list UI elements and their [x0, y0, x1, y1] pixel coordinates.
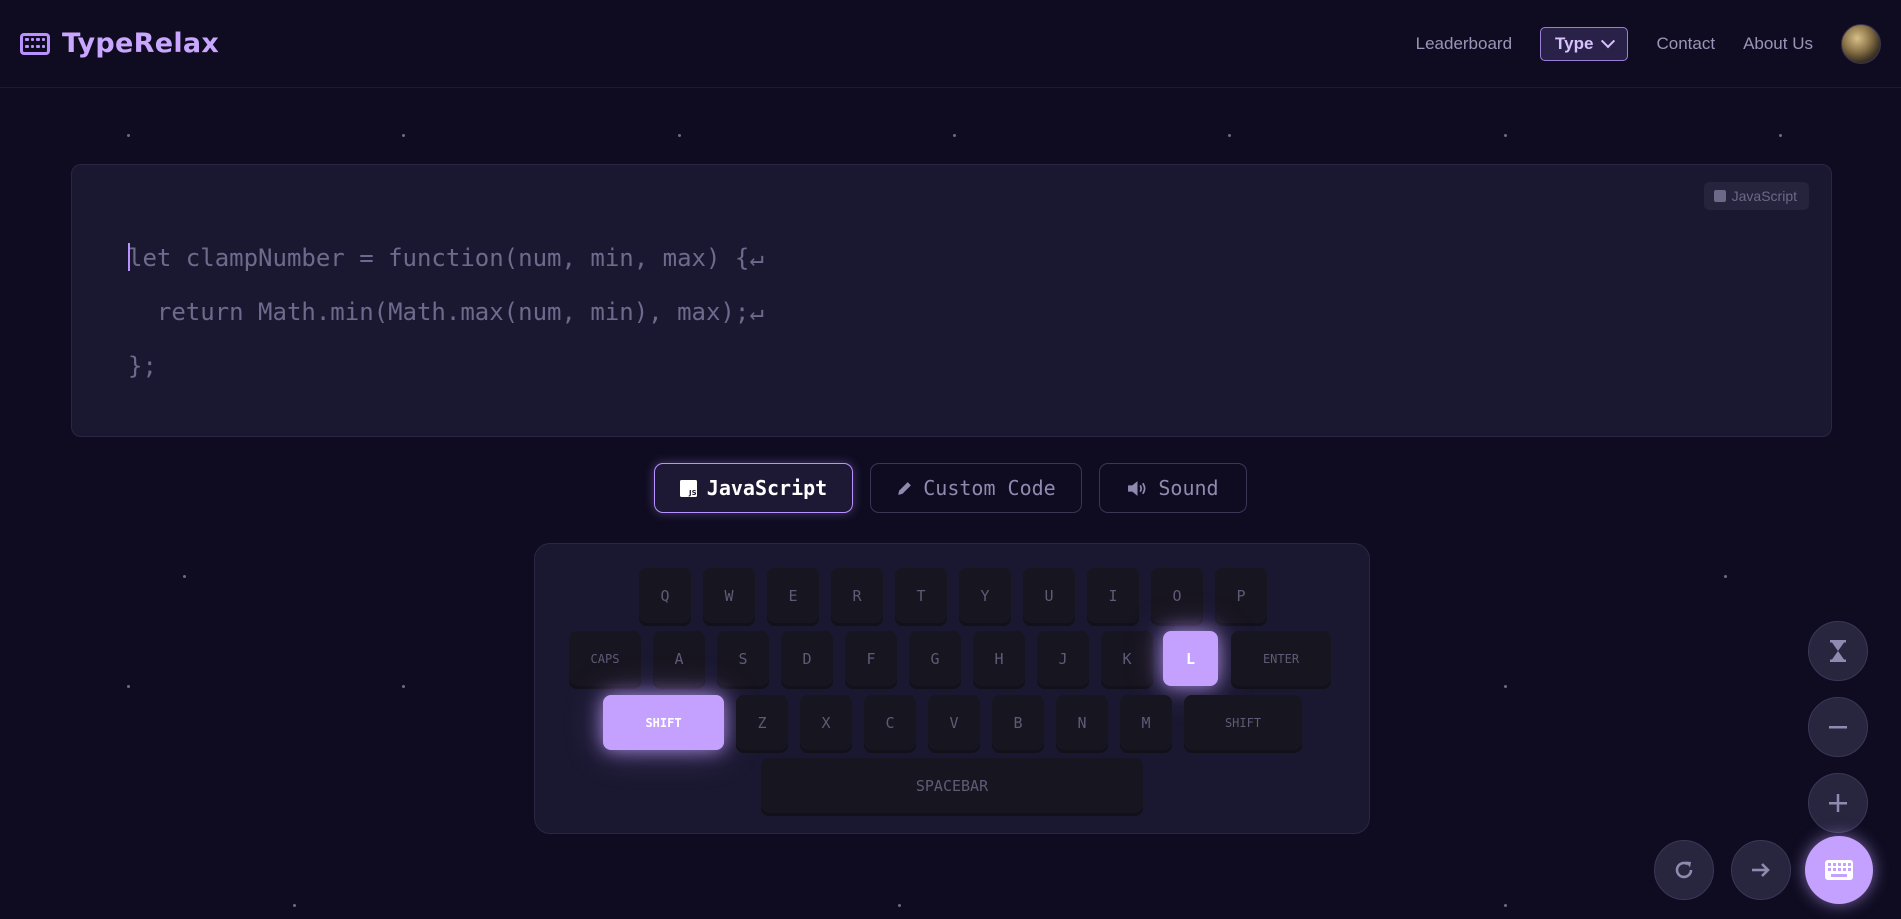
key-p: P	[1215, 568, 1267, 623]
pencil-icon	[898, 481, 912, 495]
key-z: Z	[736, 695, 788, 750]
key-b: B	[992, 695, 1044, 750]
increase-button[interactable]	[1808, 773, 1868, 833]
keyboard-icon	[20, 32, 50, 55]
key-w: W	[703, 568, 755, 623]
key-d: D	[781, 631, 833, 686]
language-badge-label: JavaScript	[1731, 188, 1797, 204]
refresh-icon	[1675, 861, 1693, 879]
key-n: N	[1056, 695, 1108, 750]
key-h: H	[973, 631, 1025, 686]
brand[interactable]: TypeRelax	[20, 28, 219, 59]
key-f: F	[845, 631, 897, 686]
key-y: Y	[959, 568, 1011, 623]
key-o: O	[1151, 568, 1203, 623]
code-line: let clampNumber = function(num, min, max…	[128, 243, 764, 272]
nav-leaderboard[interactable]: Leaderboard	[1416, 34, 1512, 54]
key-enter: ENTER	[1231, 631, 1331, 686]
mode-sound-button[interactable]: Sound	[1099, 463, 1247, 513]
key-i: I	[1087, 568, 1139, 623]
key-m: M	[1120, 695, 1172, 750]
minus-icon	[1829, 726, 1847, 729]
key-e: E	[767, 568, 819, 623]
top-navbar: TypeRelax Leaderboard Type Contact About…	[0, 0, 1901, 88]
key-g: G	[909, 631, 961, 686]
virtual-keyboard: Q W E R T Y U I O P CAPS A S D F G H J K…	[534, 543, 1370, 834]
mode-selector: JS JavaScript Custom Code Sound	[0, 463, 1901, 513]
js-icon: JS	[679, 479, 697, 497]
nav-menu: Leaderboard Type Contact About Us	[1416, 23, 1881, 64]
key-a: A	[653, 631, 705, 686]
mode-javascript-button[interactable]: JS JavaScript	[654, 463, 853, 513]
key-t: T	[895, 568, 947, 623]
arrow-right-icon	[1752, 863, 1770, 877]
plus-icon	[1829, 794, 1847, 812]
nav-type-label: Type	[1555, 33, 1594, 53]
key-r: R	[831, 568, 883, 623]
nav-contact[interactable]: Contact	[1656, 34, 1715, 54]
keyboard-icon	[1825, 860, 1853, 880]
key-x: X	[800, 695, 852, 750]
code-line: return Math.min(Math.max(num, min), max)…	[128, 298, 764, 326]
key-k: K	[1101, 631, 1153, 686]
nav-type-dropdown[interactable]: Type	[1540, 26, 1629, 61]
mode-label: Custom Code	[923, 476, 1056, 500]
mode-label: JavaScript	[706, 476, 828, 500]
timer-button[interactable]	[1808, 621, 1868, 681]
code-line: };	[128, 352, 157, 380]
brand-title: TypeRelax	[62, 28, 220, 59]
hourglass-icon	[1830, 640, 1846, 662]
mode-label: Sound	[1158, 476, 1219, 500]
key-shift-right: SHIFT	[1184, 695, 1302, 750]
user-avatar[interactable]	[1841, 23, 1881, 64]
key-v: V	[928, 695, 980, 750]
keyboard-toggle-button[interactable]	[1805, 836, 1873, 904]
code-text: let clampNumber = function(num, min, max…	[128, 231, 764, 393]
return-symbol: ↵	[749, 244, 764, 272]
text-cursor	[128, 243, 130, 271]
speaker-icon	[1128, 480, 1146, 496]
key-spacebar: SPACEBAR	[761, 758, 1143, 813]
key-s: S	[717, 631, 769, 686]
key-u: U	[1023, 568, 1075, 623]
language-badge: JavaScript	[1703, 182, 1809, 210]
key-q: Q	[639, 568, 691, 623]
key-caps: CAPS	[569, 631, 641, 686]
js-icon	[1713, 190, 1726, 202]
key-c: C	[864, 695, 916, 750]
key-shift-left-highlighted: SHIFT	[603, 695, 724, 750]
decrease-button[interactable]	[1808, 697, 1868, 757]
next-button[interactable]	[1731, 840, 1791, 900]
restart-button[interactable]	[1654, 840, 1714, 900]
key-l-highlighted: L	[1163, 631, 1218, 686]
chevron-down-icon	[1601, 33, 1616, 48]
svg-text:JS: JS	[688, 488, 697, 496]
nav-about[interactable]: About Us	[1743, 34, 1813, 54]
return-symbol: ↵	[749, 298, 764, 326]
code-panel[interactable]: JavaScript let clampNumber = function(nu…	[71, 164, 1832, 437]
key-j: J	[1037, 631, 1089, 686]
mode-custom-code-button[interactable]: Custom Code	[870, 463, 1082, 513]
